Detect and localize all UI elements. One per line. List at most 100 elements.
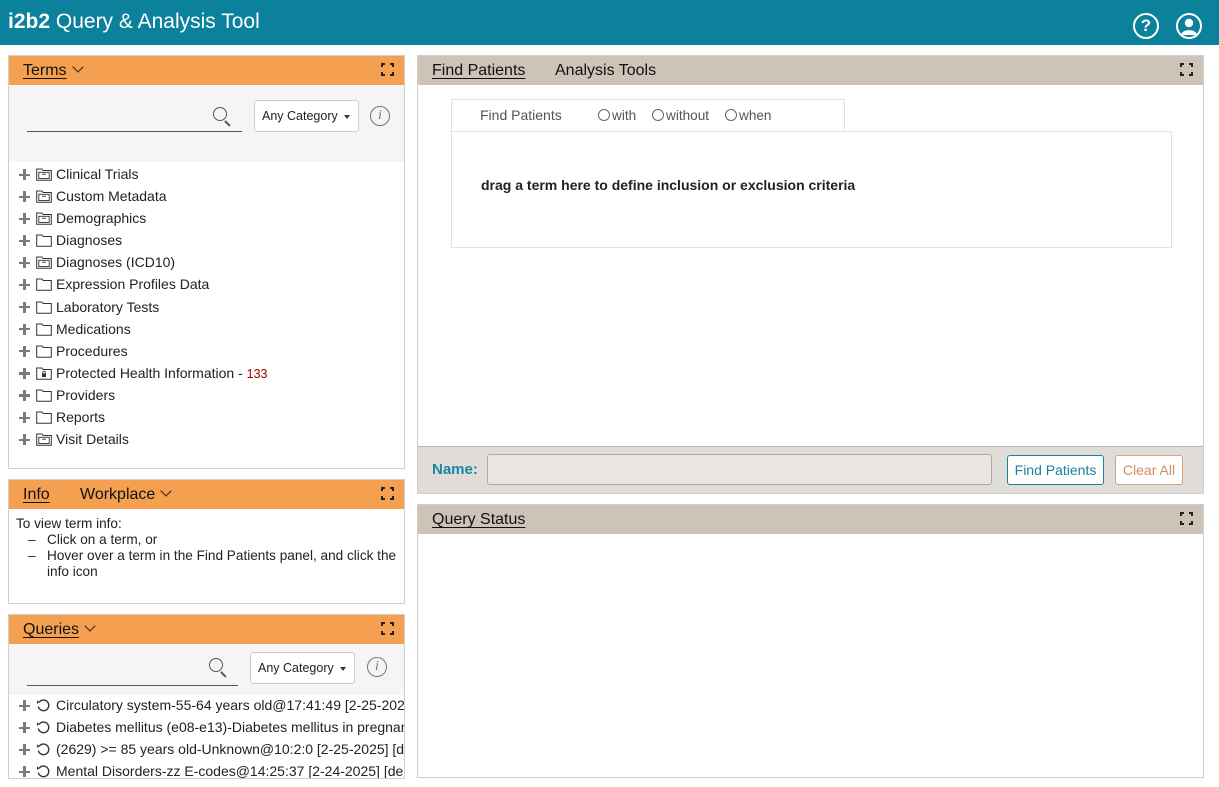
queries-category-select[interactable]: Any Category bbox=[250, 652, 355, 684]
expand-plus-icon[interactable] bbox=[19, 766, 30, 778]
bullet-dash: – bbox=[28, 532, 36, 547]
name-label: Name: bbox=[432, 461, 478, 478]
tree-item-label: Providers bbox=[56, 387, 115, 403]
chevron-down-icon bbox=[71, 61, 84, 73]
expand-plus-icon[interactable] bbox=[19, 367, 30, 379]
info-text: To view term info: – Click on a term, or … bbox=[16, 516, 401, 580]
help-icon[interactable]: ? bbox=[1133, 13, 1159, 39]
chevron-down-icon bbox=[84, 620, 96, 632]
expand-plus-icon[interactable] bbox=[19, 722, 30, 734]
expand-plus-icon[interactable] bbox=[19, 301, 30, 313]
expand-icon[interactable] bbox=[381, 622, 394, 635]
info-intro: To view term info: bbox=[16, 516, 122, 531]
caret-down-icon bbox=[344, 115, 350, 119]
archive-icon bbox=[36, 212, 52, 225]
tree-item-label: Laboratory Tests bbox=[56, 299, 159, 315]
history-icon bbox=[36, 699, 50, 712]
expand-plus-icon[interactable] bbox=[19, 389, 30, 401]
radio-with-label: with bbox=[612, 108, 637, 123]
folder-icon bbox=[36, 389, 52, 402]
tree-item-label: Expression Profiles Data bbox=[56, 276, 209, 292]
info-icon[interactable]: i bbox=[370, 106, 390, 126]
terms-panel: Terms Any Category i Clinical Trials Cust… bbox=[8, 55, 405, 469]
tree-item-text: Expression Profiles Data bbox=[56, 276, 210, 293]
tab-analysis-tools[interactable]: Analysis Tools bbox=[555, 62, 656, 80]
queries-category-value: Any Category bbox=[258, 661, 334, 675]
app-title: i2b2 Query & Analysis Tool bbox=[8, 10, 260, 34]
expand-icon[interactable] bbox=[381, 63, 394, 76]
search-icon[interactable] bbox=[213, 107, 233, 127]
top-bar: i2b2 Query & Analysis Tool ? bbox=[0, 0, 1219, 45]
query-status-panel: Query Status bbox=[417, 504, 1204, 778]
terms-search-input[interactable] bbox=[27, 106, 242, 132]
tab-info[interactable]: Info bbox=[23, 486, 50, 504]
radio-without[interactable]: without bbox=[652, 108, 709, 123]
queries-search-input[interactable] bbox=[27, 660, 238, 686]
info-panel-header: Info Workplace bbox=[9, 480, 404, 509]
expand-plus-icon[interactable] bbox=[19, 279, 30, 291]
terms-category-select[interactable]: Any Category bbox=[254, 100, 359, 132]
bullet-dash: – bbox=[28, 548, 36, 563]
info-icon[interactable]: i bbox=[367, 657, 387, 677]
expand-icon[interactable] bbox=[1180, 63, 1193, 76]
terms-search-field[interactable] bbox=[27, 106, 242, 130]
folder-icon bbox=[36, 411, 52, 424]
info-panel: Info Workplace To view term info: – Click… bbox=[8, 479, 405, 604]
tree-item-label: Procedures bbox=[56, 343, 128, 359]
history-icon bbox=[36, 743, 50, 756]
expand-plus-icon[interactable] bbox=[19, 213, 30, 225]
radio-when[interactable]: when bbox=[725, 108, 772, 123]
query-item-label: Diabetes mellitus (e08-e13)-Diabetes mel… bbox=[56, 719, 404, 736]
tree-item-label: Custom Metadata bbox=[56, 188, 167, 204]
history-icon bbox=[36, 765, 50, 778]
clear-all-button[interactable]: Clear All bbox=[1115, 455, 1183, 485]
expand-plus-icon[interactable] bbox=[19, 744, 30, 756]
archive-icon bbox=[36, 433, 52, 446]
tree-item-text: Medications bbox=[56, 320, 131, 337]
queries-panel-header: Queries bbox=[9, 615, 404, 644]
expand-plus-icon[interactable] bbox=[19, 191, 30, 203]
radio-circle bbox=[652, 109, 664, 121]
queries-panel: Queries Any Category i Circulatory syste… bbox=[8, 614, 405, 779]
query-name-input[interactable] bbox=[487, 454, 992, 485]
history-icon bbox=[36, 721, 50, 734]
brand-subtitle: Query & Analysis Tool bbox=[55, 10, 260, 33]
expand-icon[interactable] bbox=[1180, 512, 1193, 525]
tree-item-text: Laboratory Tests bbox=[56, 298, 160, 315]
expand-plus-icon[interactable] bbox=[19, 412, 30, 424]
expand-plus-icon[interactable] bbox=[19, 235, 30, 247]
query-status-title[interactable]: Query Status bbox=[432, 511, 525, 529]
queries-search-field[interactable] bbox=[27, 660, 238, 684]
tree-item-label: Visit Details bbox=[56, 431, 129, 447]
radio-with[interactable]: with bbox=[598, 108, 636, 123]
query-item-label: (2629) >= 85 years old-Unknown@10:2:0 [2… bbox=[56, 741, 405, 758]
expand-icon[interactable] bbox=[381, 487, 394, 500]
find-patients-button[interactable]: Find Patients bbox=[1007, 455, 1104, 485]
expand-plus-icon[interactable] bbox=[19, 323, 30, 335]
query-status-header: Query Status bbox=[418, 505, 1203, 534]
query-group-tab: Find Patients with without when bbox=[451, 99, 845, 131]
criteria-drop-zone[interactable]: drag a term here to define inclusion or … bbox=[451, 131, 1172, 248]
expand-plus-icon[interactable] bbox=[19, 345, 30, 357]
tree-item-text: Providers bbox=[56, 386, 116, 403]
expand-plus-icon[interactable] bbox=[19, 700, 30, 711]
terms-menu[interactable]: Terms bbox=[23, 61, 84, 80]
tab-workplace[interactable]: Workplace bbox=[80, 485, 172, 504]
expand-plus-icon[interactable] bbox=[19, 434, 30, 446]
tree-item-text: Clinical Trials bbox=[56, 166, 139, 182]
radio-without-label: without bbox=[666, 108, 710, 123]
expand-plus-icon[interactable] bbox=[19, 169, 30, 180]
tree-item-text: Procedures bbox=[56, 342, 128, 359]
query-name-bar: Name: Find Patients Clear All bbox=[418, 446, 1203, 493]
drop-hint: drag a term here to define inclusion or … bbox=[481, 177, 856, 193]
user-icon[interactable] bbox=[1176, 13, 1202, 39]
queries-menu[interactable]: Queries bbox=[23, 620, 96, 639]
tab-find-patients[interactable]: Find Patients bbox=[432, 62, 525, 80]
archive-icon bbox=[36, 256, 52, 270]
tree-item-label: Diagnoses bbox=[56, 232, 122, 248]
tree-item-text: Diagnoses bbox=[56, 232, 123, 249]
search-icon[interactable] bbox=[209, 658, 229, 678]
chevron-down-icon bbox=[160, 485, 172, 497]
expand-plus-icon[interactable] bbox=[19, 257, 30, 269]
tree-item-text: Reports bbox=[56, 409, 106, 426]
